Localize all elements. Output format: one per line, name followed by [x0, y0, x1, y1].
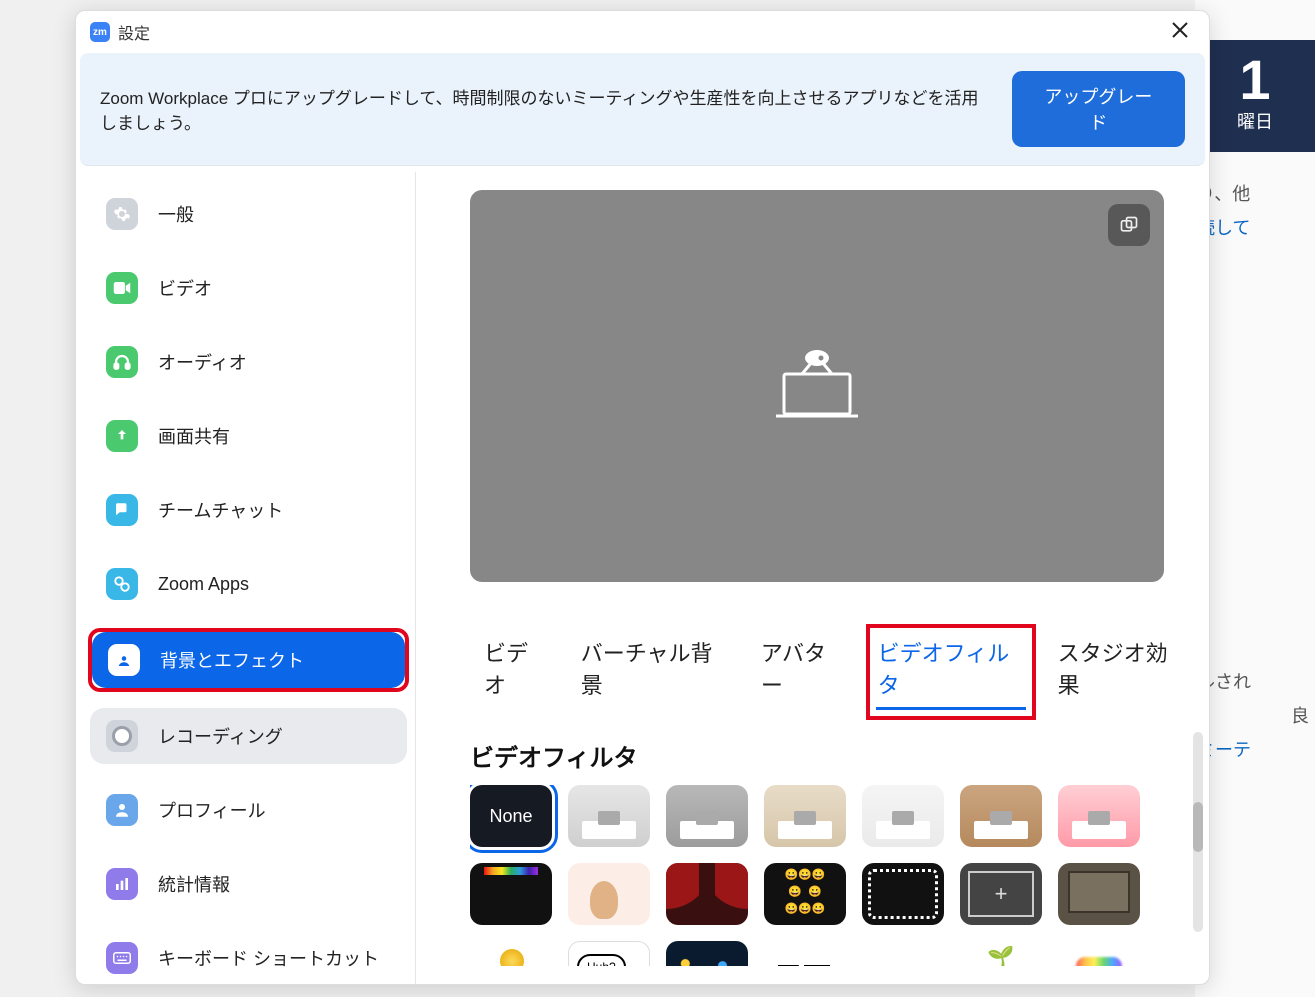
- filter-tile-dog[interactable]: [568, 863, 650, 925]
- background-panel: 1 曜日 り、他 続して ルされ 良 ミーテ: [1195, 0, 1315, 997]
- filters-scroll-area[interactable]: None Huh?: [470, 785, 1185, 966]
- sidebar-item-label: Zoom Apps: [158, 574, 249, 595]
- filter-tile-pixel-glasses[interactable]: [764, 941, 846, 966]
- filter-tile-crop-add[interactable]: [960, 863, 1042, 925]
- preview-resize-button[interactable]: [1108, 204, 1150, 246]
- record-icon: [106, 720, 138, 752]
- background-icon: [108, 644, 140, 676]
- filter-tile-string-lights[interactable]: [666, 941, 748, 966]
- upgrade-banner: Zoom Workplace プロにアップグレードして、時間制限のないミーティン…: [80, 53, 1205, 166]
- chat-icon: [106, 494, 138, 526]
- upgrade-button[interactable]: アップグレード: [1012, 71, 1185, 147]
- stats-icon: [106, 868, 138, 900]
- settings-dialog: zm 設定 Zoom Workplace プロにアップグレードして、時間制限のな…: [75, 10, 1210, 985]
- filter-tile-room-pink[interactable]: [1058, 785, 1140, 847]
- date-widget: 1 曜日: [1195, 40, 1315, 152]
- filter-tile-room-darkgrey[interactable]: [666, 785, 748, 847]
- video-preview: [470, 190, 1164, 582]
- tab-virtual-background[interactable]: バーチャル背景: [579, 634, 729, 710]
- camera-off-icon: [772, 344, 862, 429]
- sidebar-item-label: レコーディング: [158, 723, 283, 749]
- tab-video[interactable]: ビデオ: [482, 634, 549, 710]
- sidebar-item-label: オーディオ: [158, 349, 247, 375]
- sidebar-item-keyboard-shortcuts[interactable]: キーボード ショートカット: [90, 930, 407, 984]
- date-weekday: 曜日: [1201, 108, 1309, 134]
- sidebar-item-general[interactable]: 一般: [90, 186, 407, 242]
- filter-tile-rainbow-cloud[interactable]: [1058, 941, 1140, 966]
- sidebar-item-team-chat[interactable]: チームチャット: [90, 482, 407, 538]
- filter-tile-dotted-frame[interactable]: [862, 863, 944, 925]
- filters-scrollbar-thumb[interactable]: [1193, 802, 1203, 852]
- tab-video-filter[interactable]: ビデオフィルタ: [876, 634, 1026, 710]
- filters-scrollbar[interactable]: [1193, 732, 1203, 932]
- sidebar-item-profile[interactable]: プロフィール: [90, 782, 407, 838]
- sidebar-item-label: 統計情報: [158, 871, 230, 897]
- bg-text-3: ルされ: [1195, 664, 1315, 698]
- bg-link-1[interactable]: 続して: [1195, 210, 1315, 244]
- sidebar-item-background-effects[interactable]: 背景とエフェクト: [92, 632, 405, 688]
- sidebar-item-label: ビデオ: [158, 275, 212, 301]
- dialog-title: 設定: [118, 20, 150, 44]
- sidebar-item-label: チームチャット: [158, 497, 283, 523]
- sidebar-item-recording[interactable]: レコーディング: [90, 708, 407, 764]
- tab-avatar[interactable]: アバター: [759, 634, 846, 710]
- sidebar-item-label: キーボード ショートカット: [158, 945, 379, 971]
- headphones-icon: [106, 346, 138, 378]
- filters-grid: None Huh?: [470, 785, 1173, 966]
- sidebar-item-screen-share[interactable]: 画面共有: [90, 408, 407, 464]
- settings-main-panel: ビデオ バーチャル背景 アバター ビデオフィルタ スタジオ効果 ビデオフィルタ …: [416, 172, 1209, 984]
- filter-tile-medal[interactable]: [470, 941, 552, 966]
- close-icon[interactable]: [1165, 17, 1195, 47]
- sidebar-item-statistics[interactable]: 統計情報: [90, 856, 407, 912]
- tab-studio-effects[interactable]: スタジオ効果: [1056, 634, 1185, 710]
- sidebar-item-label: 一般: [158, 201, 194, 227]
- settings-sidebar: 一般 ビデオ オーディオ 画面共有: [76, 172, 416, 984]
- video-icon: [106, 272, 138, 304]
- date-big-number: 1: [1201, 52, 1309, 108]
- filter-tile-rainbow-strip[interactable]: [470, 863, 552, 925]
- profile-icon: [106, 794, 138, 826]
- filter-tile-room-brown[interactable]: [960, 785, 1042, 847]
- huh-bubble-text: Huh?: [577, 954, 626, 966]
- filter-tile-face-simple[interactable]: [862, 941, 944, 966]
- bg-link-2[interactable]: ミーテ: [1195, 732, 1315, 766]
- sidebar-item-label: 画面共有: [158, 423, 230, 449]
- keyboard-icon: [106, 942, 138, 974]
- sidebar-item-label: 背景とエフェクト: [160, 647, 304, 673]
- gear-icon: [106, 198, 138, 230]
- sidebar-item-audio[interactable]: オーディオ: [90, 334, 407, 390]
- section-heading-video-filter: ビデオフィルタ: [470, 738, 1185, 773]
- filter-tile-sprout[interactable]: [960, 941, 1042, 966]
- bg-text-1: り、他: [1195, 176, 1315, 210]
- sidebar-item-video[interactable]: ビデオ: [90, 260, 407, 316]
- upgrade-banner-text: Zoom Workplace プロにアップグレードして、時間制限のないミーティン…: [100, 84, 980, 134]
- filter-tile-emoji-frame[interactable]: [764, 863, 846, 925]
- filter-tile-room-tan[interactable]: [764, 785, 846, 847]
- filter-tile-none[interactable]: None: [470, 785, 552, 847]
- zoom-app-icon: zm: [90, 22, 110, 42]
- filter-tile-theater[interactable]: [666, 863, 748, 925]
- filter-tile-room-white[interactable]: [862, 785, 944, 847]
- filter-tile-room-grey[interactable]: [568, 785, 650, 847]
- highlight-box-sidebar: 背景とエフェクト: [90, 630, 407, 690]
- share-screen-icon: [106, 420, 138, 452]
- filter-tile-old-tv[interactable]: [1058, 863, 1140, 925]
- bg-text-4: 良: [1195, 698, 1315, 732]
- apps-icon: [106, 568, 138, 600]
- sidebar-item-zoom-apps[interactable]: Zoom Apps: [90, 556, 407, 612]
- effects-tabs: ビデオ バーチャル背景 アバター ビデオフィルタ スタジオ効果: [470, 634, 1185, 710]
- title-bar: zm 設定: [76, 11, 1209, 53]
- filter-tile-huh-bubble[interactable]: Huh?: [568, 941, 650, 966]
- sidebar-item-label: プロフィール: [158, 797, 266, 823]
